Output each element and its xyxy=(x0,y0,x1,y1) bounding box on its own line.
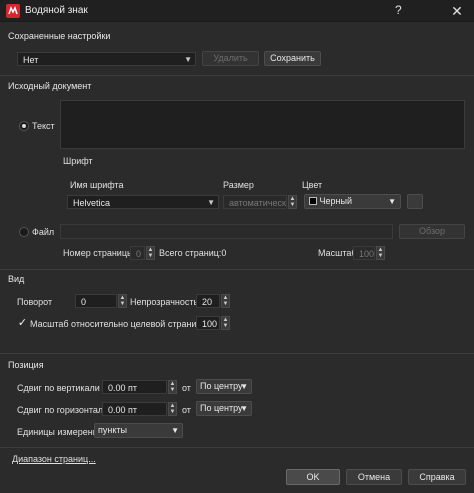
total-pages-label: Всего страниц:0 xyxy=(159,248,227,258)
spin-down-icon: ▼ xyxy=(169,409,176,415)
close-icon[interactable]: ✕ xyxy=(440,1,474,21)
title-bar: Водяной знак ? ✕ xyxy=(0,0,474,22)
spin-down-icon: ▼ xyxy=(147,253,154,259)
page-number-input[interactable]: 0 xyxy=(130,246,145,260)
scale-input[interactable]: 100 xyxy=(353,246,375,260)
chevron-down-icon: ▼ xyxy=(240,382,248,391)
units-select[interactable]: пункты ▼ xyxy=(94,423,183,438)
text-radio[interactable] xyxy=(19,121,29,131)
source-document-heading: Исходный документ xyxy=(8,81,92,91)
color-value: Черный xyxy=(319,196,352,206)
opacity-input[interactable]: 20 xyxy=(196,294,220,308)
horizontal-offset-input[interactable]: 0.00 пт xyxy=(102,402,167,416)
chevron-down-icon: ▼ xyxy=(207,198,215,207)
scale-spinner[interactable]: ▲ ▼ xyxy=(376,246,385,260)
font-size-spinner[interactable]: ▲ ▼ xyxy=(288,195,297,209)
window-title: Водяной знак xyxy=(25,5,88,16)
relative-scale-label: Масштаб относительно целевой страницы xyxy=(30,319,209,329)
divider xyxy=(0,353,474,354)
color-label: Цвет xyxy=(302,180,323,190)
rotation-label: Поворот xyxy=(17,297,53,307)
cancel-button[interactable]: Отмена xyxy=(346,469,402,485)
vertical-from-label: от xyxy=(182,383,191,393)
preset-value: Нет xyxy=(23,55,39,65)
help-icon[interactable]: ? xyxy=(395,3,402,17)
spin-down-icon: ▼ xyxy=(289,202,296,208)
divider xyxy=(0,75,474,76)
preset-select[interactable]: Нет ▼ xyxy=(17,52,196,66)
page-number-spinner[interactable]: ▲ ▼ xyxy=(146,246,155,260)
save-button[interactable]: Сохранить xyxy=(264,51,321,66)
relative-scale-input[interactable]: 100 xyxy=(196,316,220,330)
spin-down-icon: ▼ xyxy=(222,323,229,329)
units-label: Единицы измерения xyxy=(17,427,103,437)
horizontal-anchor-select[interactable]: По центру ▼ xyxy=(196,401,252,416)
custom-color-button[interactable] xyxy=(407,194,423,209)
size-label: Размер xyxy=(223,180,254,190)
font-size-input[interactable]: автоматически xyxy=(223,195,287,209)
vertical-offset-label: Сдвиг по вертикали xyxy=(17,383,100,393)
vertical-offset-spinner[interactable]: ▲ ▼ xyxy=(168,380,177,394)
rotation-spinner[interactable]: ▲ ▼ xyxy=(118,294,127,308)
text-option-label: Текст xyxy=(32,121,55,131)
relative-scale-spinner[interactable]: ▲ ▼ xyxy=(221,316,230,330)
file-radio[interactable] xyxy=(19,227,29,237)
divider xyxy=(0,447,474,448)
color-swatch xyxy=(309,197,317,205)
opacity-spinner[interactable]: ▲ ▼ xyxy=(221,294,230,308)
horizontal-offset-spinner[interactable]: ▲ ▼ xyxy=(168,402,177,416)
watermark-text-input[interactable] xyxy=(60,100,465,149)
opacity-label: Непрозрачность xyxy=(130,297,199,307)
spin-down-icon: ▼ xyxy=(169,387,176,393)
font-group-label: Шрифт xyxy=(63,156,93,166)
spin-down-icon: ▼ xyxy=(222,301,229,307)
scale-label: Масштаб xyxy=(318,248,357,258)
chevron-down-icon: ▼ xyxy=(184,55,192,64)
app-logo-icon xyxy=(6,4,20,18)
font-name-label: Имя шрифта xyxy=(70,180,124,190)
position-heading: Позиция xyxy=(8,360,44,370)
view-heading: Вид xyxy=(8,274,25,284)
divider xyxy=(0,269,474,270)
vertical-offset-input[interactable]: 0.00 пт xyxy=(102,380,167,394)
font-name-value: Helvetica xyxy=(73,198,111,208)
horizontal-offset-label: Сдвиг по горизонтали xyxy=(17,405,109,415)
vertical-anchor-select[interactable]: По центру ▼ xyxy=(196,379,252,394)
spin-down-icon: ▼ xyxy=(119,301,126,307)
font-name-select[interactable]: Helvetica ▼ xyxy=(67,195,219,209)
chevron-down-icon: ▼ xyxy=(171,426,179,435)
help-button[interactable]: Справка xyxy=(408,469,466,485)
page-range-link[interactable]: Диапазон страниц... xyxy=(12,454,96,464)
spin-down-icon: ▼ xyxy=(377,253,384,259)
chevron-down-icon: ▼ xyxy=(240,404,248,413)
rotation-input[interactable]: 0 xyxy=(75,294,117,308)
ok-button[interactable]: OK xyxy=(286,469,340,485)
color-select[interactable]: Черный ▼ xyxy=(304,194,401,209)
checkmark-icon[interactable]: ✓ xyxy=(17,318,28,329)
file-option-label: Файл xyxy=(32,227,55,237)
chevron-down-icon: ▼ xyxy=(388,197,396,206)
browse-button[interactable]: Обзор xyxy=(399,224,465,239)
saved-settings-heading: Сохраненные настройки xyxy=(8,31,111,41)
delete-button[interactable]: Удалить xyxy=(202,51,259,66)
page-number-label: Номер страницы xyxy=(63,248,134,258)
horizontal-from-label: от xyxy=(182,405,191,415)
file-path-input[interactable] xyxy=(60,224,393,239)
